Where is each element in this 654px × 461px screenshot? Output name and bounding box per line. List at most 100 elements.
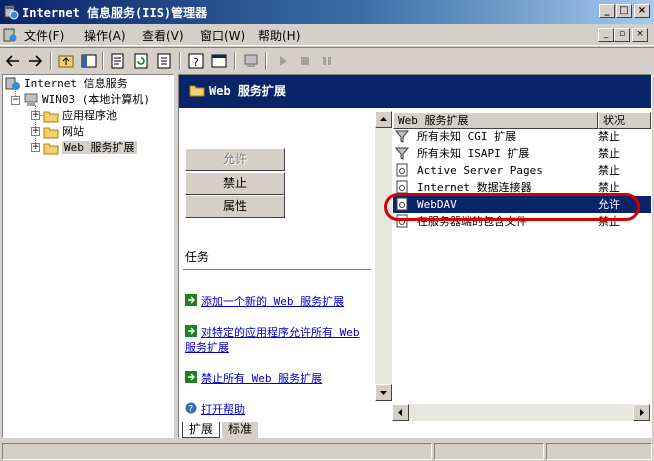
- tree-collapse-toggle[interactable]: −: [11, 96, 20, 105]
- view-tabs: 扩展 标准: [178, 422, 652, 438]
- mdi-restore-button[interactable]: ▫: [614, 28, 630, 42]
- horizontal-scrollbar[interactable]: [392, 404, 650, 421]
- arrow-right-icon: [640, 409, 644, 416]
- tree-app-pools-label: 应用程序池: [62, 109, 117, 122]
- svg-text:?: ?: [188, 405, 193, 415]
- scroll-right-button[interactable]: [633, 404, 650, 421]
- tree-expand-toggle[interactable]: +: [31, 143, 40, 152]
- status-bar: [0, 441, 654, 461]
- refresh-icon[interactable]: [132, 52, 150, 70]
- tree-node-app-pools[interactable]: 应用程序池: [43, 108, 117, 124]
- svg-text:?: ?: [193, 56, 199, 69]
- window-title: Internet 信息服务(IIS)管理器: [22, 6, 208, 20]
- console-window-icon[interactable]: [210, 52, 228, 70]
- export-list-icon[interactable]: [155, 52, 173, 70]
- title-bar[interactable]: Internet 信息服务(IIS)管理器 _ □ ×: [0, 0, 654, 24]
- green-arrow-icon: [185, 325, 197, 337]
- allow-button[interactable]: 允许: [185, 148, 285, 171]
- scroll-left-button[interactable]: [392, 404, 409, 421]
- back-arrow-icon[interactable]: [4, 52, 22, 70]
- task-open-help-link[interactable]: 打开帮助: [201, 403, 245, 416]
- column-header-status[interactable]: 状况: [598, 112, 651, 129]
- properties-button[interactable]: 属性: [185, 195, 285, 218]
- green-arrow-icon: [185, 294, 197, 306]
- pane-header-title: Web 服务扩展: [209, 84, 286, 98]
- tree-node-server[interactable]: WIN03 (本地计算机): [23, 92, 150, 108]
- list-row-status: 禁止: [598, 164, 620, 177]
- vertical-scrollbar[interactable]: [375, 111, 392, 401]
- scroll-up-button[interactable]: [375, 111, 392, 128]
- help-icon[interactable]: ?: [187, 52, 205, 70]
- menu-bar: 文件(F) 操作(A) 查看(V) 窗口(W) 帮助(H) _ ▫ ×: [0, 24, 654, 46]
- list-row[interactable]: Active Server Pages 禁止: [393, 162, 651, 179]
- close-button[interactable]: ×: [634, 4, 650, 18]
- arrow-down-icon: [380, 391, 387, 395]
- list-row[interactable]: 所有未知 CGI 扩展 禁止: [393, 128, 651, 145]
- scroll-down-button[interactable]: [375, 384, 392, 401]
- computer-icon[interactable]: [242, 52, 260, 70]
- list-row-status: 禁止: [598, 130, 620, 143]
- green-arrow-icon: [185, 371, 197, 383]
- extension-document-icon: [396, 163, 408, 177]
- arrow-left-icon: [398, 409, 402, 416]
- task-add-extension[interactable]: 添加一个新的 Web 服务扩展: [185, 294, 370, 309]
- menu-window[interactable]: 窗口(W): [200, 27, 245, 44]
- tree-node-websites[interactable]: 网站: [43, 124, 84, 140]
- properties-icon[interactable]: [109, 52, 127, 70]
- tree-node-web-service-ext[interactable]: Web 服务扩展: [43, 140, 137, 156]
- maximize-button[interactable]: □: [616, 4, 632, 18]
- iis-manager-icon: [4, 5, 19, 20]
- toolbar-separator: [265, 52, 267, 70]
- highlight-annotation: [384, 193, 640, 221]
- tree-root-label: Internet 信息服务: [24, 77, 128, 90]
- toolbar-separator: [50, 52, 52, 70]
- show-hide-tree-icon[interactable]: [80, 52, 98, 70]
- tasks-title: 任务: [185, 250, 210, 264]
- mdi-minimize-button[interactable]: _: [598, 28, 614, 42]
- stop-icon[interactable]: [296, 52, 314, 70]
- tree-node-iis-root[interactable]: Internet 信息服务: [5, 76, 128, 92]
- toolbar-separator: [179, 52, 181, 70]
- menu-file[interactable]: 文件(F): [24, 27, 64, 44]
- list-row[interactable]: 所有未知 ISAPI 扩展 禁止: [393, 145, 651, 162]
- iis-root-icon: [5, 77, 20, 90]
- task-add-extension-link[interactable]: 添加一个新的 Web 服务扩展: [201, 295, 344, 308]
- status-cell-main: [2, 443, 432, 460]
- tab-standard[interactable]: 标准: [222, 422, 259, 438]
- toolbar-separator: [102, 52, 104, 70]
- list-row-name: 所有未知 CGI 扩展: [417, 130, 517, 143]
- task-allow-all-for-app[interactable]: 对特定的应用程序允许所有 Web 服务扩展: [185, 325, 370, 355]
- arrow-up-icon: [380, 117, 387, 121]
- toolbar: ?: [0, 47, 654, 73]
- up-level-icon[interactable]: [57, 52, 75, 70]
- tasks-divider: [183, 269, 371, 270]
- server-computer-icon: [24, 93, 38, 106]
- tree-server-label: WIN03 (本地计算机): [42, 93, 150, 106]
- mdi-document-icon[interactable]: [2, 27, 18, 43]
- tree-websites-label: 网站: [62, 125, 84, 138]
- task-open-help[interactable]: ? 打开帮助: [185, 402, 370, 417]
- extension-document-icon: [396, 180, 408, 194]
- task-allow-all-link[interactable]: 对特定的应用程序允许所有 Web 服务扩展: [185, 326, 360, 354]
- tree-pane[interactable]: Internet 信息服务 − WIN03 (本地计算机) + 应用程序池 + …: [2, 74, 174, 438]
- mdi-close-button[interactable]: ×: [632, 28, 648, 42]
- list-row-name: Active Server Pages: [417, 164, 543, 177]
- pause-icon[interactable]: [318, 52, 336, 70]
- status-cell-3: [546, 443, 652, 460]
- start-icon[interactable]: [274, 52, 292, 70]
- minimize-button[interactable]: _: [599, 4, 615, 18]
- list-row-name: 所有未知 ISAPI 扩展: [417, 147, 530, 160]
- forward-arrow-icon[interactable]: [26, 52, 44, 70]
- task-prohibit-all[interactable]: 禁止所有 Web 服务扩展: [185, 371, 370, 386]
- toolbar-separator: [234, 52, 236, 70]
- tree-expand-toggle[interactable]: +: [31, 111, 40, 120]
- tab-extended[interactable]: 扩展: [182, 422, 221, 438]
- prohibit-button[interactable]: 禁止: [185, 172, 285, 195]
- menu-action[interactable]: 操作(A): [84, 27, 126, 44]
- status-cell-2: [434, 443, 544, 460]
- column-header-extension[interactable]: Web 服务扩展: [393, 112, 598, 129]
- menu-view[interactable]: 查看(V): [142, 27, 184, 44]
- task-prohibit-all-link[interactable]: 禁止所有 Web 服务扩展: [201, 372, 322, 385]
- menu-help[interactable]: 帮助(H): [258, 27, 300, 44]
- tree-expand-toggle[interactable]: +: [31, 127, 40, 136]
